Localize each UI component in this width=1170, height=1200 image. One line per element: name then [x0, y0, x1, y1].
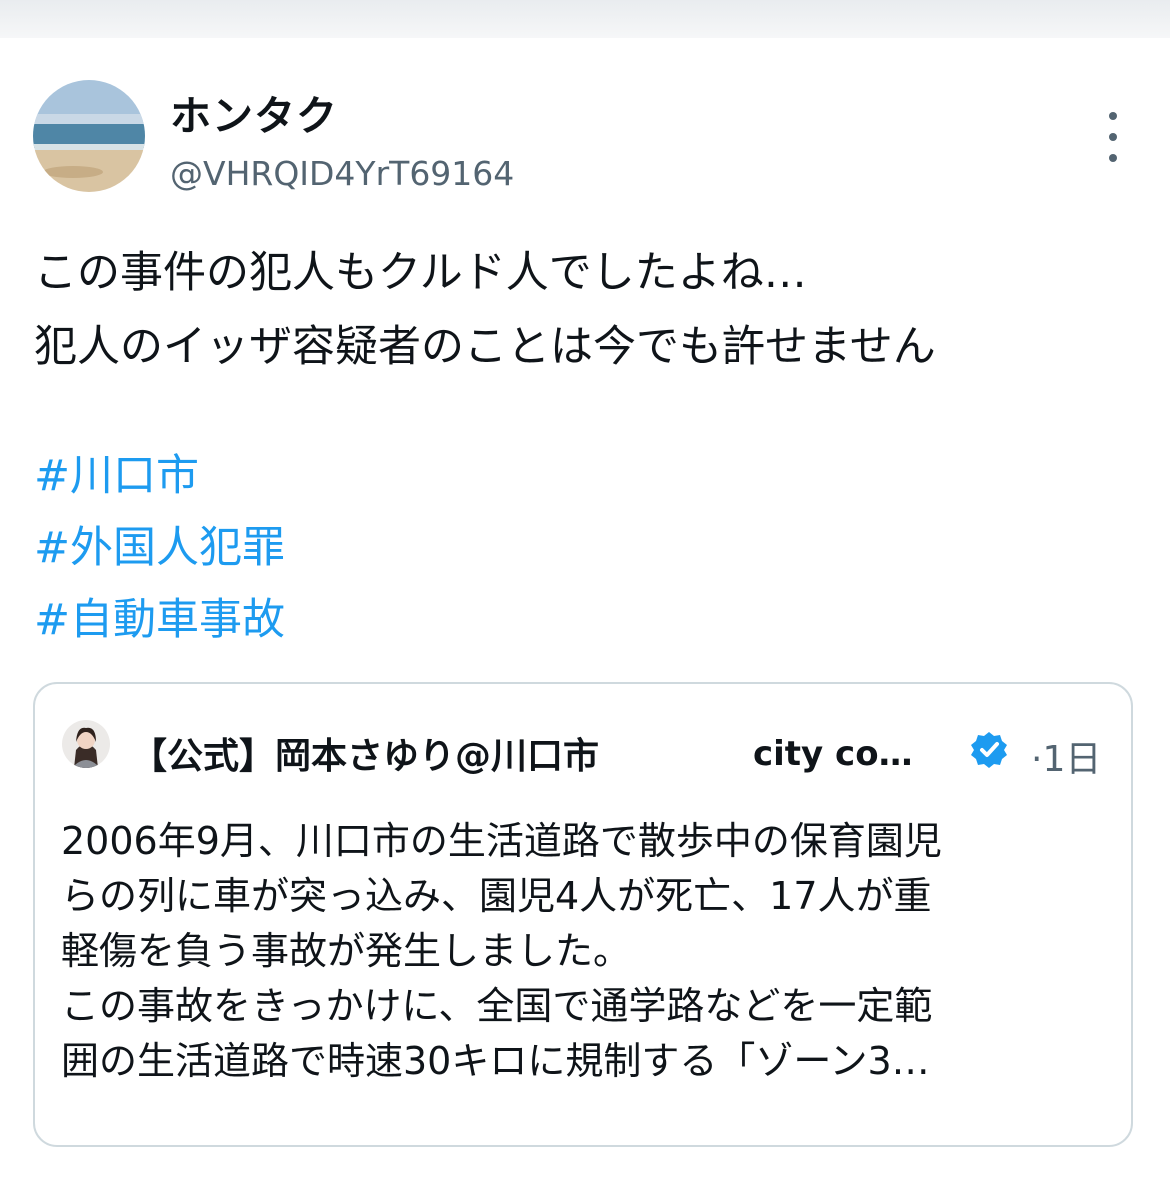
quoted-text-line: 囲の生活道路で時速30キロに規制する「ゾーン3…: [61, 1039, 930, 1083]
quoted-text-line: この事故をきっかけに、全国で通学路などを一定範: [61, 984, 933, 1028]
hashtag-link[interactable]: #外国人犯罪: [34, 512, 285, 584]
quoted-author-name-suffix: city co…: [753, 734, 913, 774]
quoted-text-line: らの列に車が突っ込み、園児4人が死亡、17人が重: [61, 874, 932, 918]
tweet-line: 犯人のイッザ容疑者のことは今でも許せません: [34, 322, 936, 372]
top-edge-strip: [0, 0, 1170, 38]
quoted-text-line: 軽傷を負う事故が発生しました。: [61, 929, 632, 973]
dot: [1109, 133, 1117, 141]
hashtag-link[interactable]: #川口市: [34, 440, 285, 512]
quoted-text: 2006年9月、川口市の生活道路で散歩中の保育園児 らの列に車が突っ込み、園児4…: [61, 814, 1121, 1089]
quoted-text-line: 2006年9月、川口市の生活道路で散歩中の保育園児: [61, 819, 942, 863]
dot: [1109, 112, 1117, 120]
hashtag-link[interactable]: #自動車事故: [34, 584, 285, 656]
hashtag-list: #川口市 #外国人犯罪 #自動車事故: [34, 440, 285, 656]
avatar-beach-image: [33, 80, 145, 192]
author-handle[interactable]: @VHRQID4YrT69164: [170, 154, 514, 193]
quoted-author-name: 【公式】岡本さゆり@川口市: [131, 736, 600, 777]
verified-badge-icon: [971, 732, 1007, 768]
tweet-line: この事件の犯人もクルド人でしたよね…: [34, 248, 807, 298]
quoted-timestamp: ·1日: [1031, 739, 1102, 780]
author-avatar[interactable]: [33, 80, 145, 192]
author-name[interactable]: ホンタク: [170, 82, 338, 142]
person-avatar-image: [62, 720, 110, 768]
tweet-text: この事件の犯人もクルド人でしたよね… 犯人のイッザ容疑者のことは今でも許せません: [34, 236, 1144, 384]
more-vertical-icon[interactable]: [1096, 112, 1130, 162]
dot: [1109, 154, 1117, 162]
quoted-author-avatar: [62, 720, 110, 768]
quoted-tweet-card[interactable]: 【公式】岡本さゆり@川口市 city co… ·1日 2006年9月、川口市の生…: [33, 682, 1133, 1147]
